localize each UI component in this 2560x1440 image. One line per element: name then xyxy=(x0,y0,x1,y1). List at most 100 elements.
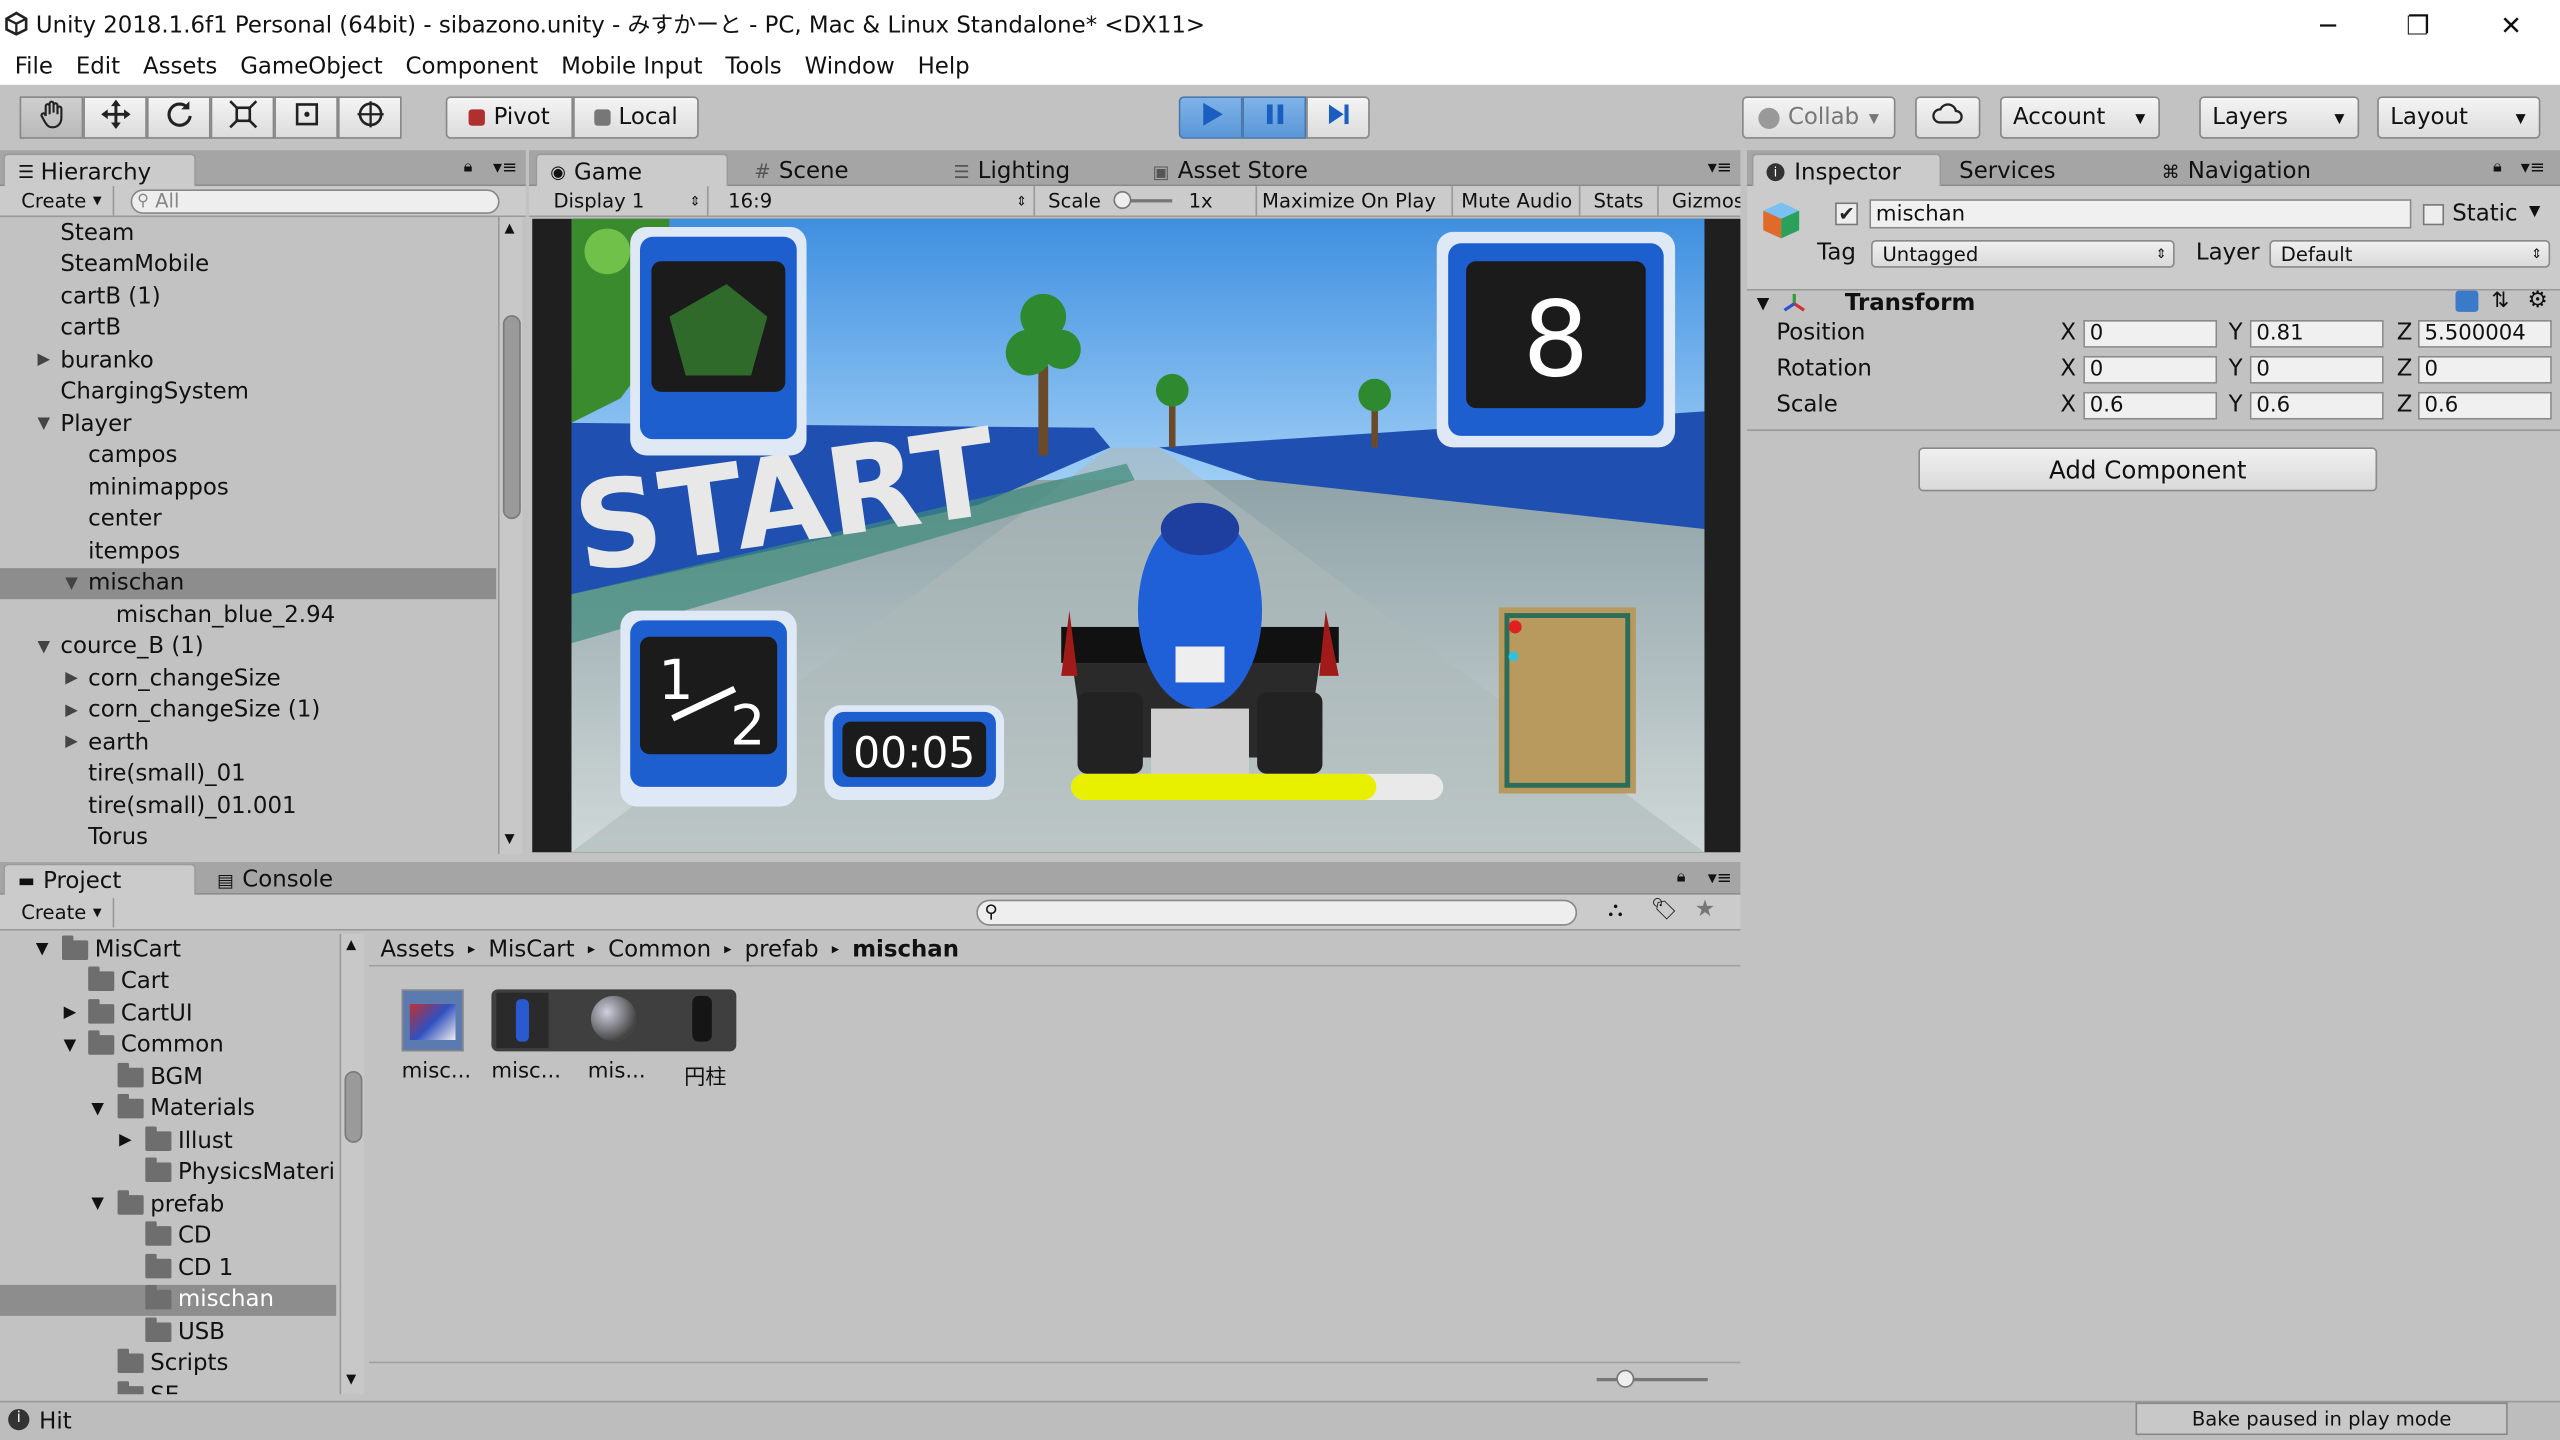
filter-by-type-icon[interactable]: ⛬ xyxy=(1608,898,1623,922)
hierarchy-item[interactable]: itempos xyxy=(0,536,496,568)
breadcrumb-item[interactable]: prefab xyxy=(745,936,819,962)
tab-hierarchy[interactable]: ☰ Hierarchy xyxy=(3,153,196,190)
scale-tool-button[interactable] xyxy=(210,96,275,139)
static-checkbox[interactable] xyxy=(2422,204,2445,226)
hierarchy-item[interactable]: cartB xyxy=(0,313,496,345)
scale-slider[interactable]: Scale 1x xyxy=(1048,186,1258,216)
expand-arrow-icon[interactable]: ▶ xyxy=(64,1004,77,1022)
layer-dropdown[interactable]: Default ⇕ xyxy=(2269,239,2551,268)
hierarchy-item[interactable]: center xyxy=(0,504,496,536)
hierarchy-item[interactable]: Torus xyxy=(0,822,496,854)
hierarchy-item[interactable]: ▶ buranko xyxy=(0,344,496,376)
collab-dropdown[interactable]: Collab ▼ xyxy=(1742,96,1896,139)
rotation-x-field[interactable]: 0 xyxy=(2083,355,2218,384)
dropdown-arrow-icon[interactable]: ▼ xyxy=(2529,204,2540,220)
scroll-down-icon[interactable]: ▼ xyxy=(346,1371,356,1386)
layout-dropdown[interactable]: Layout ▼ xyxy=(2377,96,2541,139)
breadcrumb-item[interactable]: Common xyxy=(608,936,711,962)
step-button[interactable] xyxy=(1306,96,1370,139)
pause-button[interactable] xyxy=(1242,96,1307,139)
hierarchy-item[interactable]: tire(small)_01.001 xyxy=(0,790,496,822)
menu-help[interactable]: Help xyxy=(906,54,981,80)
expand-arrow-icon[interactable]: ▶ xyxy=(65,670,78,688)
scrollbar-thumb[interactable] xyxy=(502,315,521,520)
hierarchy-item[interactable]: cartB (1) xyxy=(0,281,496,313)
panel-menu-icon[interactable]: ▾≡ xyxy=(2521,157,2545,178)
account-dropdown[interactable]: Account ▼ xyxy=(1999,96,2160,139)
folder-item-selected[interactable]: mischan xyxy=(0,1284,337,1316)
tab-scene[interactable]: # Scene xyxy=(741,153,921,189)
hierarchy-item[interactable]: Steam xyxy=(0,217,496,249)
filter-by-label-icon[interactable]: 🏷︎ xyxy=(1651,898,1678,922)
panel-menu-icon[interactable]: ▾≡ xyxy=(1708,867,1732,888)
tag-dropdown[interactable]: Untagged ⇕ xyxy=(1871,239,2175,268)
folder-item[interactable]: ▼ prefab xyxy=(0,1189,336,1221)
folder-item[interactable]: Scripts xyxy=(0,1348,336,1380)
slider-handle[interactable] xyxy=(1113,191,1132,209)
rotation-y-field[interactable]: 0 xyxy=(2249,355,2384,384)
scale-z-field[interactable]: 0.6 xyxy=(2417,391,2552,420)
asset-thumbnail-sphere[interactable] xyxy=(591,995,637,1042)
menu-tools[interactable]: Tools xyxy=(714,54,793,80)
close-button[interactable]: ✕ xyxy=(2465,0,2556,49)
hierarchy-scrollbar[interactable]: ▲ ▼ xyxy=(497,217,523,854)
gameobject-name-input[interactable]: mischan xyxy=(1869,199,2412,229)
expand-arrow-icon[interactable]: ▶ xyxy=(119,1132,132,1150)
hand-tool-button[interactable] xyxy=(19,96,84,139)
folder-item[interactable]: PhysicsMateri xyxy=(0,1157,336,1189)
help-book-icon[interactable] xyxy=(2455,290,2479,312)
gear-icon[interactable]: ⚙ xyxy=(2527,287,2548,313)
folder-item[interactable]: ▶ Illust xyxy=(0,1125,336,1157)
preset-icon[interactable]: ⇅ xyxy=(2491,289,2509,313)
collapse-arrow-icon[interactable]: ▼ xyxy=(38,638,51,656)
tab-navigation[interactable]: ⌘ Navigation xyxy=(2149,153,2345,189)
position-z-field[interactable]: 5.500004 xyxy=(2417,319,2552,348)
menu-component[interactable]: Component xyxy=(394,54,550,80)
tab-game[interactable]: ◉ Game xyxy=(535,153,729,190)
menu-file[interactable]: File xyxy=(3,54,64,80)
zoom-slider-handle[interactable] xyxy=(1616,1369,1635,1388)
hierarchy-item[interactable]: ▼ Player xyxy=(0,408,496,440)
folder-item[interactable]: CD xyxy=(0,1220,336,1252)
hierarchy-item[interactable]: SteamMobile xyxy=(0,249,496,281)
scroll-down-icon[interactable]: ▼ xyxy=(504,831,514,846)
gizmos-dropdown[interactable]: Gizmos xyxy=(1665,186,1741,215)
rotation-z-field[interactable]: 0 xyxy=(2417,355,2552,384)
collapse-arrow-icon[interactable]: ▼ xyxy=(64,1036,77,1054)
menu-mobile-input[interactable]: Mobile Input xyxy=(550,54,714,80)
rotate-tool-button[interactable] xyxy=(146,96,211,139)
hierarchy-item[interactable]: mischan_blue_2.94 xyxy=(0,599,496,631)
collapse-arrow-icon[interactable]: ▼ xyxy=(38,415,51,433)
hierarchy-create-button[interactable]: Create ▼ xyxy=(10,186,115,216)
hierarchy-item[interactable]: ChargingSystem xyxy=(0,376,496,408)
scrollbar-thumb[interactable] xyxy=(344,1071,363,1143)
display-dropdown[interactable]: Display 1 ⇕ xyxy=(545,186,709,216)
scale-y-field[interactable]: 0.6 xyxy=(2249,391,2384,420)
move-tool-button[interactable] xyxy=(83,96,147,139)
folder-item[interactable]: BGM xyxy=(0,1061,336,1093)
folder-item[interactable]: SE xyxy=(0,1380,336,1395)
expand-arrow-icon[interactable]: ▶ xyxy=(65,702,78,720)
breadcrumb-current[interactable]: mischan xyxy=(852,936,959,962)
lock-icon[interactable]: 🔒︎ xyxy=(1677,869,1686,887)
expand-arrow-icon[interactable]: ▶ xyxy=(38,351,51,369)
expand-arrow-icon[interactable]: ▶ xyxy=(65,733,78,751)
menu-edit[interactable]: Edit xyxy=(64,54,131,80)
breadcrumb-item[interactable]: Assets xyxy=(380,936,454,962)
tab-services[interactable]: Services xyxy=(1946,153,2126,189)
hierarchy-item[interactable]: ▶ corn_changeSize xyxy=(0,663,496,695)
scroll-up-icon[interactable]: ▲ xyxy=(504,220,514,235)
collapse-arrow-icon[interactable]: ▼ xyxy=(91,1100,104,1118)
folder-item[interactable]: ▼ Materials xyxy=(0,1093,336,1125)
collapse-arrow-icon[interactable]: ▼ xyxy=(1757,296,1770,314)
hierarchy-item-selected[interactable]: ▼ mischan xyxy=(0,567,497,600)
hierarchy-item[interactable]: minimappos xyxy=(0,472,496,504)
scale-x-field[interactable]: 0.6 xyxy=(2083,391,2218,420)
tab-inspector[interactable]: i Inspector xyxy=(1751,153,1942,190)
project-create-button[interactable]: Create ▼ xyxy=(10,897,115,928)
pivot-toggle[interactable]: Pivot xyxy=(445,96,574,139)
layers-dropdown[interactable]: Layers ▼ xyxy=(2199,96,2360,139)
favorite-star-icon[interactable]: ★ xyxy=(1695,896,1716,922)
hierarchy-search-input[interactable]: ⚲ All xyxy=(130,189,500,214)
collapse-arrow-icon[interactable]: ▼ xyxy=(91,1196,104,1214)
